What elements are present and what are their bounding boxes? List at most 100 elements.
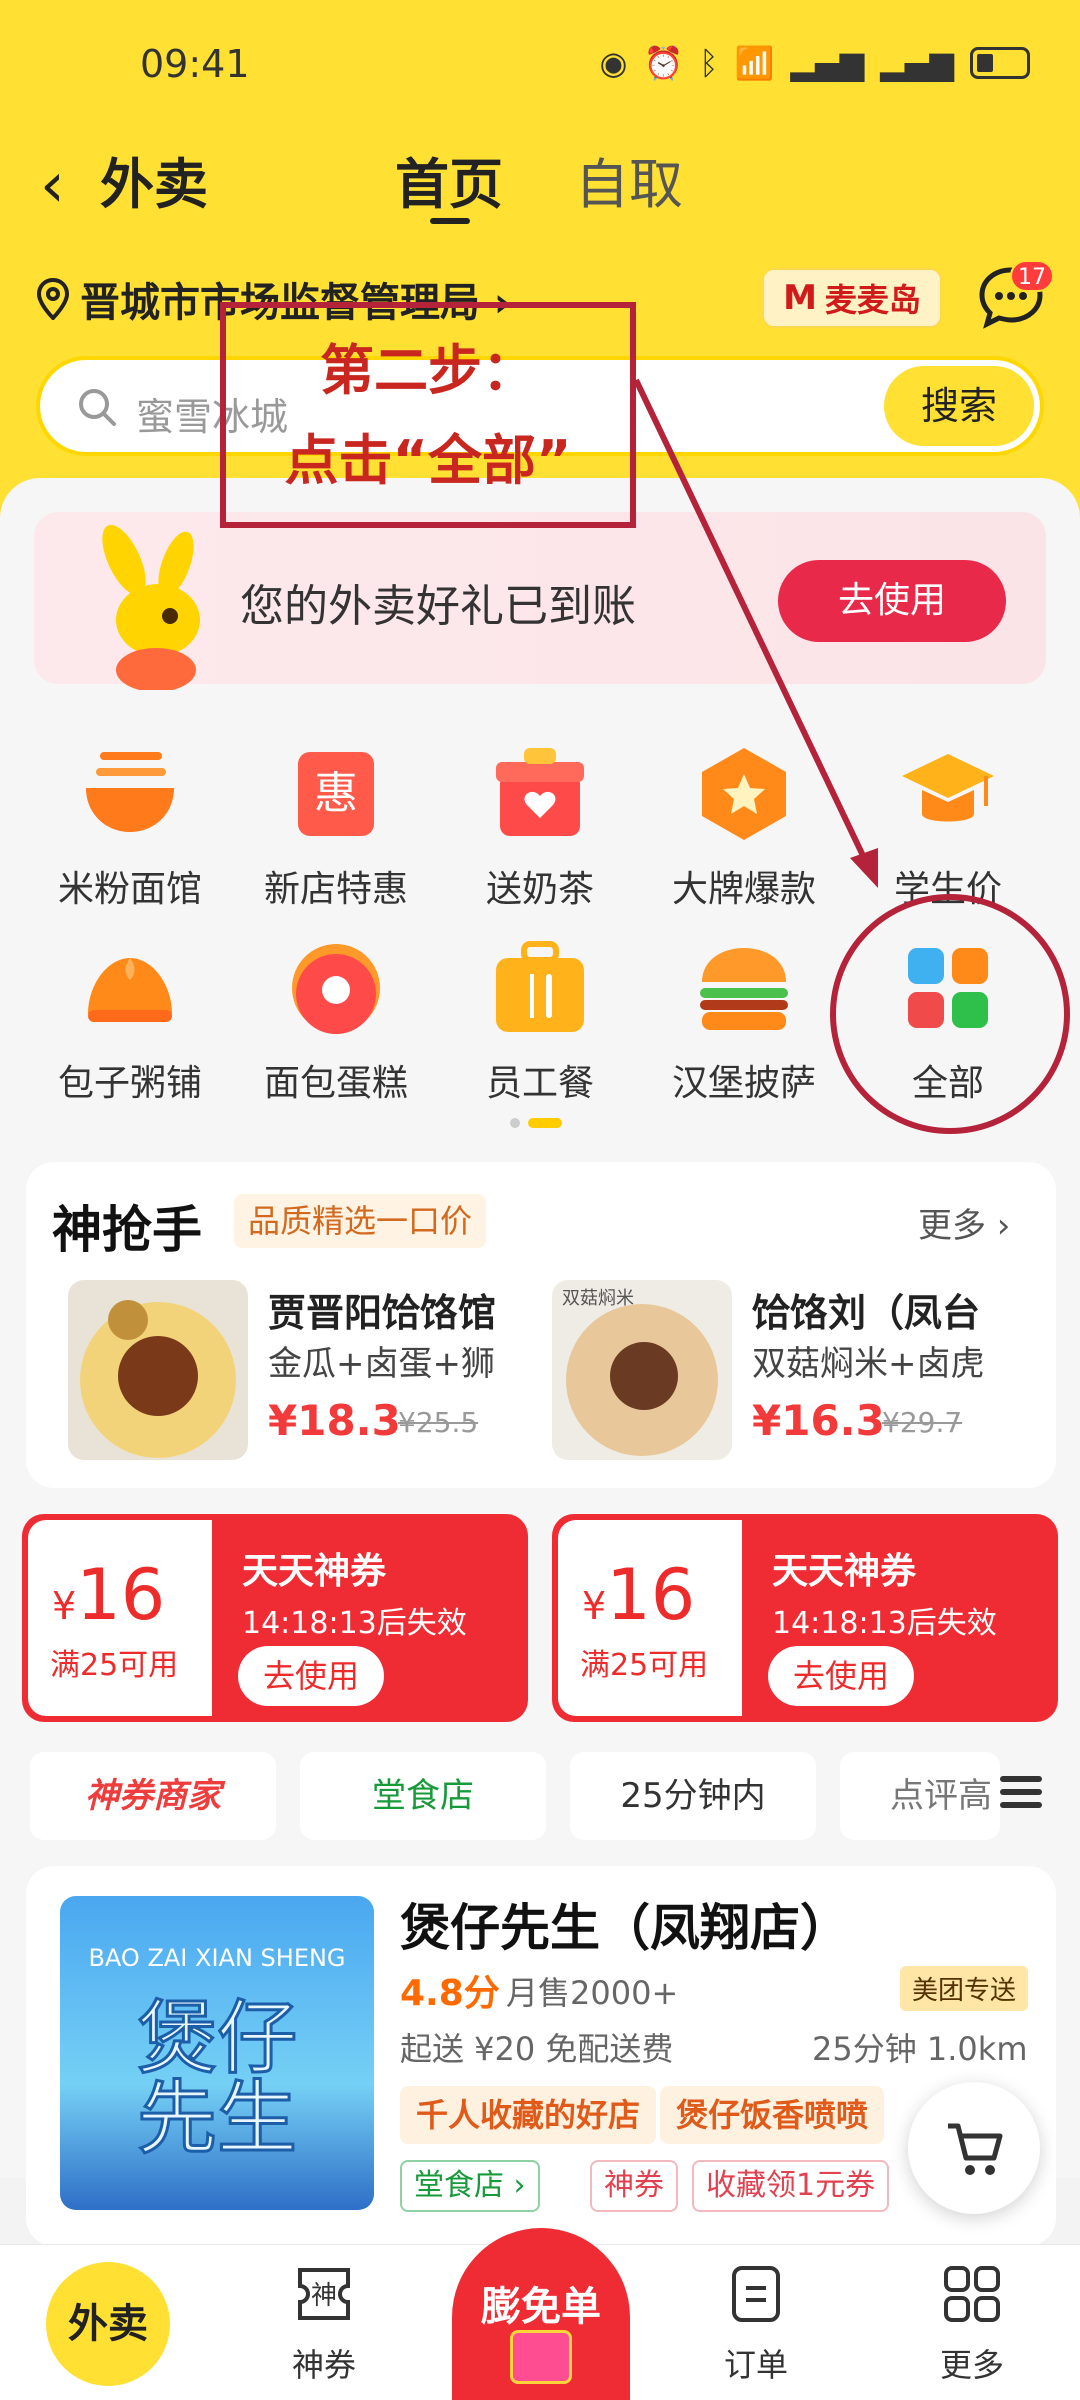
battery-icon: [970, 47, 1030, 79]
status-time: 09:41: [140, 42, 250, 86]
coupon-condition: 满25可用: [50, 1648, 179, 1683]
category-label: 新店特惠: [263, 869, 408, 910]
deal-name: 饸饹刘（凤台: [752, 1291, 981, 1335]
coupon-shen-icon: 神: [298, 2268, 350, 2320]
filter-coupon-merchant[interactable]: 神券商家: [30, 1752, 276, 1840]
deal-old-price: ¥29.7: [882, 1406, 963, 1439]
svg-text:先生: 先生: [137, 2072, 297, 2165]
snap-tag: 品质精选一口价: [234, 1194, 487, 1248]
store-image: BAO ZAI XIAN SHENG 煲仔 先生: [60, 1896, 374, 2210]
category-student-price[interactable]: 学生价: [848, 744, 1048, 912]
filter-rating[interactable]: 点评高: [840, 1752, 1000, 1840]
coupon-amount: ¥16: [582, 1554, 696, 1636]
category-noodles[interactable]: 米粉面馆: [30, 744, 230, 912]
coupon-expire: 14:18:13后失效: [242, 1606, 467, 1641]
category-bakery[interactable]: 面包蛋糕: [236, 938, 436, 1106]
promo-use-button[interactable]: 去使用: [778, 560, 1006, 642]
donut-icon: [292, 944, 380, 1034]
category-buns[interactable]: 包子粥铺: [30, 938, 230, 1106]
cart-button[interactable]: [908, 2082, 1040, 2214]
tab-home[interactable]: 首页: [395, 140, 503, 224]
nav-waimai[interactable]: 外卖: [46, 2262, 170, 2386]
store-name: 煲仔先生（凤翔店）: [400, 1899, 850, 1957]
store-distance: 25分钟 1.0km: [812, 2030, 1028, 2068]
mcdonalds-logo-icon: M: [783, 278, 817, 318]
status-bar: 09:41 ◉ ⏰ ᛒ 📶 ▂▄▆ ▂▄▆: [0, 0, 1080, 130]
brand-badge-label: 麦麦岛: [824, 281, 921, 319]
annotation-step-title: 第二步：: [320, 339, 536, 402]
more-grid-icon: [944, 2266, 1000, 2322]
delivery-tag: 美团专送: [900, 1966, 1029, 2011]
deal-old-price: ¥25.5: [398, 1406, 479, 1439]
signal-4g-icon: ▂▄▆: [880, 44, 954, 82]
nav-label: 神券: [291, 2346, 356, 2384]
svg-text:神: 神: [311, 2281, 337, 2311]
store-chip-favorite-coupon[interactable]: 收藏领1元券: [692, 2160, 890, 2212]
store-rating: 4.8分: [400, 1973, 500, 2014]
bun-icon: [88, 958, 172, 1022]
coupon-use-button[interactable]: 去使用: [238, 1646, 384, 1706]
filter-25-min[interactable]: 25分钟内: [570, 1752, 816, 1840]
nav-orders[interactable]: 订单: [686, 2262, 826, 2386]
deal-item[interactable]: 贾晋阳饸饹馆 金瓜+卤蛋+狮 ¥18.3 ¥25.5: [68, 1280, 528, 1464]
category-new-store[interactable]: 惠 新店特惠: [236, 744, 436, 912]
back-chevron-icon[interactable]: ‹: [40, 148, 65, 221]
brand-badge[interactable]: M 麦麦岛: [762, 268, 942, 328]
category-milk-tea[interactable]: 送奶茶: [440, 744, 640, 912]
category-label: 汉堡披萨: [671, 1063, 816, 1104]
search-icon: [79, 389, 116, 426]
category-label: 送奶茶: [485, 869, 594, 910]
gift-icon: [510, 2330, 572, 2384]
promo-text: 您的外卖好礼已到账: [240, 581, 636, 632]
category-label: 面包蛋糕: [263, 1063, 408, 1104]
graduation-cap-icon: [902, 754, 994, 822]
store-sales: 月售2000+: [506, 1974, 679, 2012]
coupon-title: 天天神券: [772, 1551, 917, 1592]
bluetooth-icon: ᛒ: [699, 44, 719, 82]
order-list-icon: [732, 2266, 780, 2322]
store-highlight: 千人收藏的好店: [400, 2086, 657, 2144]
category-label: 米粉面馆: [57, 869, 202, 910]
status-icons: ◉ ⏰ ᛒ 📶 ▂▄▆ ▂▄▆: [600, 44, 1030, 82]
category-label: 包子粥铺: [57, 1063, 202, 1104]
snap-title: 神抢手: [52, 1201, 202, 1259]
burger-icon: [700, 948, 788, 1030]
coupon-condition: 满25可用: [580, 1648, 709, 1683]
deal-price: ¥16.3: [752, 1396, 885, 1445]
store-chip-dine-in[interactable]: 堂食店 ›: [400, 2160, 540, 2212]
back-title[interactable]: 外卖: [100, 140, 208, 219]
nav-label: 更多: [939, 2346, 1004, 2384]
category-burger-pizza[interactable]: 汉堡披萨: [644, 938, 844, 1106]
coupon-card[interactable]: ¥16 满25可用 天天神券 14:18:13后失效 去使用: [22, 1514, 528, 1722]
deal-item[interactable]: 双菇焖米 饸饹刘（凤台 双菇焖米+卤虎 ¥16.3 ¥29.7: [552, 1280, 1042, 1464]
search-button[interactable]: 搜索: [884, 366, 1034, 446]
nav-coupon[interactable]: 神 神券: [254, 2262, 394, 2386]
category-big-brand[interactable]: 大牌爆款: [644, 744, 844, 912]
snap-more-link[interactable]: 更多 ›: [918, 1198, 1010, 1247]
deal-name: 贾晋阳饸饹馆: [268, 1291, 497, 1335]
store-chip-coupon[interactable]: 神券: [590, 2160, 678, 2212]
filter-menu-icon[interactable]: [1000, 1776, 1042, 1812]
coupon-use-button[interactable]: 去使用: [768, 1646, 914, 1706]
category-staff-meal[interactable]: 员工餐: [440, 938, 640, 1106]
store-fee: 起送 ¥20 免配送费: [400, 2030, 674, 2068]
category-label: 员工餐: [485, 1063, 594, 1104]
tab-pickup[interactable]: 自取: [575, 140, 683, 219]
deal-desc: 双菇焖米+卤虎: [752, 1344, 985, 1384]
store-highlight: 煲仔饭香喷喷: [660, 2086, 885, 2144]
lunchbox-icon: [496, 941, 584, 1032]
noodle-bowl-icon: [86, 752, 174, 832]
coupon-card[interactable]: ¥16 满25可用 天天神券 14:18:13后失效 去使用: [552, 1514, 1058, 1722]
nav-label: 订单: [723, 2346, 788, 2384]
svg-text:双菇焖米: 双菇焖米: [562, 1288, 634, 1309]
svg-text:惠: 惠: [314, 768, 358, 819]
annotation-circle: [830, 894, 1070, 1134]
nav-more[interactable]: 更多: [902, 2262, 1042, 2386]
dish-photo: 双菇焖米: [552, 1280, 732, 1460]
filter-dine-in[interactable]: 堂食店: [300, 1752, 546, 1840]
app-header: ‹ 外卖 首页 自取: [0, 130, 1080, 250]
annotation-step-text: 点击“全部”: [284, 429, 572, 492]
gift-box-icon: [496, 748, 584, 836]
coupon-expire: 14:18:13后失效: [772, 1606, 997, 1641]
eye-icon: ◉: [599, 44, 628, 82]
